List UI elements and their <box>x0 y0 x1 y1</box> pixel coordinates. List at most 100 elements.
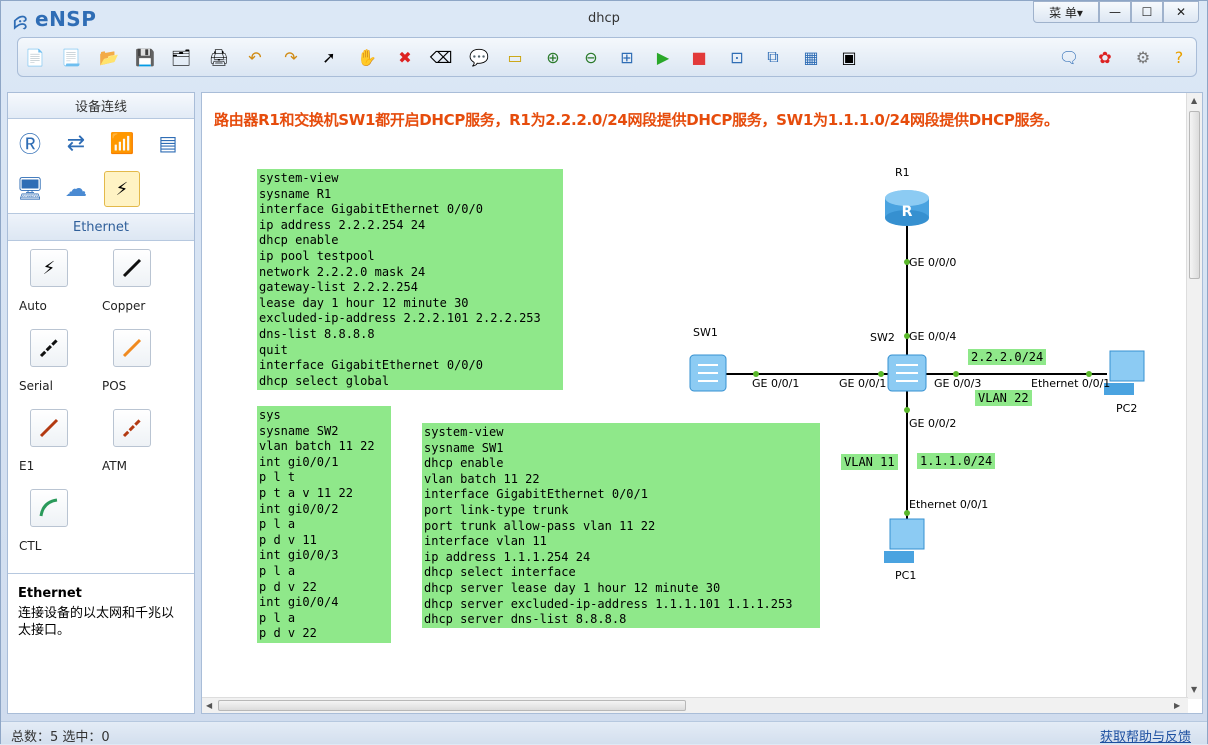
pc-icon <box>884 518 925 563</box>
port-label: GE 0/0/0 <box>909 256 957 269</box>
switch-sw1[interactable] <box>688 351 728 395</box>
capture-icon[interactable]: ⊡ <box>726 46 748 68</box>
cable-auto[interactable]: ⚡ Auto <box>19 249 79 313</box>
device-panel-header: 设备连线 <box>8 93 194 119</box>
minimize-button[interactable]: — <box>1099 1 1131 23</box>
maximize-button[interactable]: ☐ <box>1131 1 1163 23</box>
settings-gear-icon[interactable]: ⚙ <box>1132 46 1154 68</box>
main-window: ꕸ eNSP dhcp 菜 单▾ — ☐ ✕ 📄 📃 📂 💾 🗂 🖨 ↶ ↷ ➚ … <box>0 0 1208 745</box>
delete-icon[interactable]: ✖ <box>394 46 416 68</box>
switch-sw2[interactable] <box>886 351 928 395</box>
cable-label: Copper <box>102 299 146 313</box>
save-as-icon[interactable]: 🗂 <box>170 46 192 68</box>
cable-label: ATM <box>102 459 127 473</box>
svg-text:R: R <box>902 204 913 220</box>
port-label: GE 0/0/2 <box>909 417 957 430</box>
cable-label: Serial <box>19 379 53 393</box>
router-icon: R <box>885 190 929 226</box>
zoom-in-icon[interactable]: ⊕ <box>542 46 564 68</box>
cable-label: POS <box>102 379 127 393</box>
switch-icon <box>689 354 727 392</box>
chat-icon[interactable]: 🗨 <box>1058 46 1080 68</box>
pc2-label: PC2 <box>1116 402 1138 415</box>
palette-icon[interactable]: ▭ <box>504 46 526 68</box>
zoom-out-icon[interactable]: ⊖ <box>580 46 602 68</box>
cable-info: Ethernet 连接设备的以太网和千兆以太接口。 <box>8 573 194 713</box>
cable-serial[interactable]: Serial <box>19 329 79 393</box>
switch-category-icon[interactable]: ⇄ <box>58 125 94 161</box>
horizontal-scrollbar[interactable]: ◀ ▶ <box>202 697 1188 713</box>
pc-category-icon[interactable]: 🖥 <box>12 171 48 207</box>
wireless-category-icon[interactable]: 📶 <box>104 125 140 161</box>
open-icon[interactable]: 📂 <box>98 46 120 68</box>
vertical-scrollbar[interactable]: ▲ ▼ <box>1186 93 1202 699</box>
redo-icon[interactable]: ↷ <box>280 46 302 68</box>
table-icon[interactable]: ▦ <box>800 46 822 68</box>
new-topology-icon[interactable]: 📄 <box>24 46 46 68</box>
save-icon[interactable]: 💾 <box>134 46 156 68</box>
cable-copper[interactable]: Copper <box>102 249 162 313</box>
switch-icon <box>887 354 927 392</box>
ctl-cable-icon <box>30 489 68 527</box>
port-dot <box>904 407 910 413</box>
cloud-category-icon[interactable]: ☁ <box>58 171 94 207</box>
text-icon[interactable]: 💬 <box>468 46 490 68</box>
device-panel: 设备连线 Ⓡ ⇄ 📶 ▤ 🖥 ☁ ⚡ Ethernet ⚡ Auto Coppe… <box>7 92 195 714</box>
pos-cable-icon <box>113 329 151 367</box>
delete-link-icon[interactable]: ⌫ <box>430 46 453 68</box>
connection-category-icon[interactable]: ⚡ <box>104 171 140 207</box>
pc-pc1[interactable] <box>882 517 928 567</box>
vertical-scroll-thumb[interactable] <box>1189 111 1200 279</box>
pc-pc2[interactable] <box>1102 349 1148 399</box>
cable-ctl[interactable]: CTL <box>19 489 79 553</box>
router-category-icon[interactable]: Ⓡ <box>12 125 48 161</box>
feedback-link[interactable]: 获取帮助与反馈 <box>1100 726 1191 745</box>
device-category-grid: Ⓡ ⇄ 📶 ▤ 🖥 ☁ ⚡ <box>8 119 194 213</box>
horizontal-scroll-thumb[interactable] <box>218 700 686 711</box>
sw2-label: SW2 <box>870 331 895 344</box>
start-icon[interactable]: ▶ <box>652 46 674 68</box>
vlan-label[interactable]: VLAN 22 <box>975 390 1032 406</box>
cable-info-desc: 连接设备的以太网和千兆以太接口。 <box>18 606 175 638</box>
help-icon[interactable]: ? <box>1168 46 1190 68</box>
pan-hand-icon[interactable]: ✋ <box>356 46 378 68</box>
cable-label: E1 <box>19 459 35 473</box>
window-title: dhcp <box>588 11 620 26</box>
topology-links <box>712 223 1107 523</box>
scroll-up-icon[interactable]: ▲ <box>1191 96 1197 105</box>
port-label: GE 0/0/3 <box>934 377 982 390</box>
pc-icon <box>1104 350 1145 395</box>
network-label[interactable]: 1.1.1.0/24 <box>917 453 996 469</box>
cable-atm[interactable]: ATM <box>102 409 162 473</box>
firewall-category-icon[interactable]: ▤ <box>150 125 186 161</box>
port-label: GE 0/0/1 <box>839 377 887 390</box>
cable-e1[interactable]: E1 <box>19 409 79 473</box>
huawei-icon[interactable]: ✿ <box>1094 46 1116 68</box>
network-label[interactable]: 2.2.2.0/24 <box>968 349 1047 365</box>
title-bar: ꕸ eNSP dhcp 菜 单▾ — ☐ ✕ <box>1 1 1207 35</box>
topology-icon[interactable]: ⧉ <box>762 46 784 68</box>
stop-icon[interactable]: ■ <box>688 46 710 68</box>
cable-pos[interactable]: POS <box>102 329 162 393</box>
status-count: 总数：5 选中：0 <box>11 730 110 745</box>
print-icon[interactable]: 🖨 <box>208 46 230 68</box>
menu-button[interactable]: 菜 单▾ <box>1033 1 1099 23</box>
fit-icon[interactable]: ⊞ <box>616 46 638 68</box>
cable-label: CTL <box>19 539 42 553</box>
screenshot-icon[interactable]: ▣ <box>838 46 860 68</box>
new-example-icon[interactable]: 📃 <box>60 46 82 68</box>
undo-icon[interactable]: ↶ <box>244 46 266 68</box>
r1-label: R1 <box>895 166 910 179</box>
scroll-right-icon[interactable]: ▶ <box>1174 701 1180 710</box>
router-r1[interactable]: R <box>884 188 930 228</box>
cable-list: ⚡ Auto Copper Serial POS E1 ATM CTL <box>8 241 194 563</box>
scroll-down-icon[interactable]: ▼ <box>1191 685 1197 694</box>
topology-canvas[interactable]: 路由器R1和交换机SW1都开启DHCP服务，R1为2.2.2.0/24网段提供D… <box>201 92 1203 714</box>
scroll-left-icon[interactable]: ◀ <box>206 701 212 710</box>
vlan-label[interactable]: VLAN 11 <box>841 454 898 470</box>
select-icon[interactable]: ➚ <box>318 46 340 68</box>
close-button[interactable]: ✕ <box>1163 1 1199 23</box>
atm-cable-icon <box>113 409 151 447</box>
serial-cable-icon <box>30 329 68 367</box>
toolbar: 📄 📃 📂 💾 🗂 🖨 ↶ ↷ ➚ ✋ ✖ ⌫ 💬 ▭ ⊕ ⊖ ⊞ ▶ ■ ⊡ … <box>17 37 1197 77</box>
